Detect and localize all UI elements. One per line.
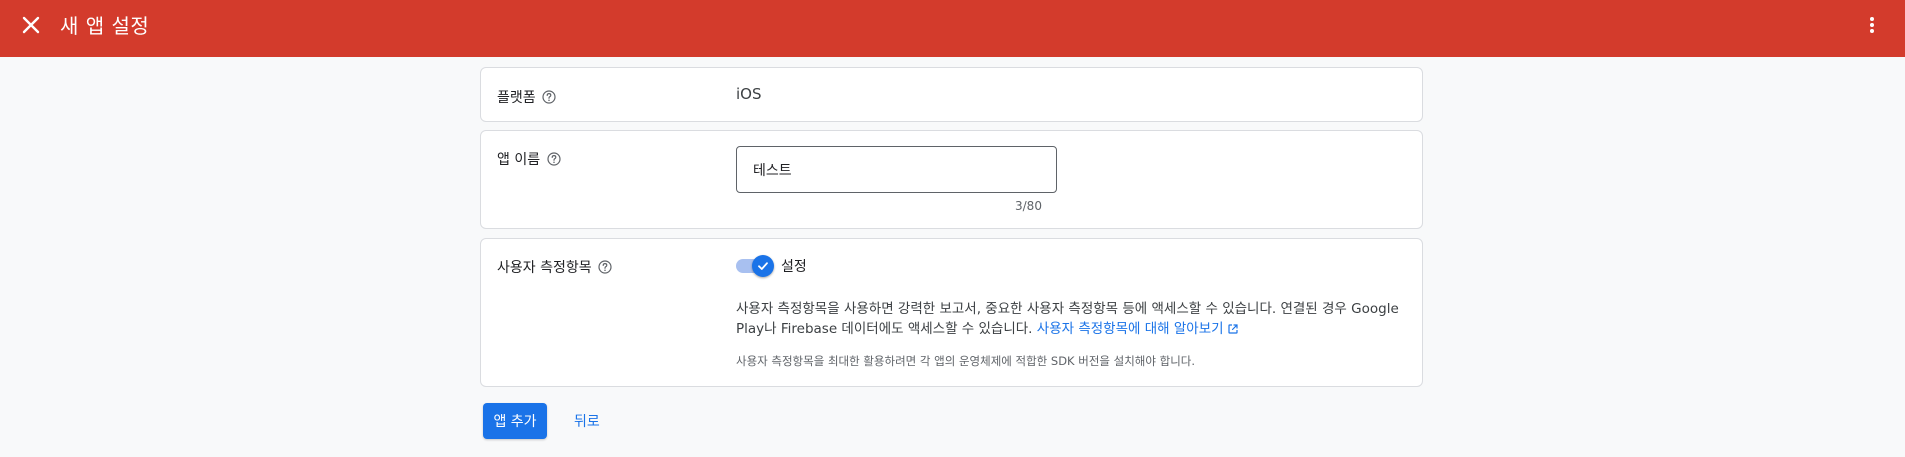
learn-more-link-text: 사용자 측정항목에 대해 알아보기 <box>1036 321 1224 337</box>
open-in-new-icon <box>1227 324 1238 334</box>
more-vert-icon <box>1870 17 1874 33</box>
learn-more-link[interactable]: 사용자 측정항목에 대해 알아보기 <box>1037 321 1239 337</box>
add-app-button[interactable]: 앱 추가 <box>483 403 547 439</box>
app-name-input[interactable] <box>736 146 1057 193</box>
close-button[interactable] <box>18 12 44 38</box>
platform-value: iOS <box>736 85 762 103</box>
check-icon <box>758 262 768 270</box>
page-title: 새 앱 설정 <box>60 14 150 38</box>
toggle-knob <box>752 255 774 277</box>
app-name-label-row: 앱 이름 <box>497 149 561 169</box>
sdk-note: 사용자 측정항목을 최대한 활용하려면 각 앱의 운영체제에 적합한 SDK 버… <box>736 354 1196 368</box>
user-metrics-label: 사용자 측정항목 <box>497 260 592 276</box>
help-circle-icon[interactable] <box>542 90 557 105</box>
user-metrics-label-row: 사용자 측정항목 <box>497 257 613 277</box>
more-options-button[interactable] <box>1863 12 1881 38</box>
app-name-label: 앱 이름 <box>497 152 541 168</box>
platform-card: 플랫폼 iOS <box>480 67 1423 122</box>
help-circle-icon[interactable] <box>598 260 613 275</box>
back-button[interactable]: 뒤로 <box>560 403 614 439</box>
toggle-label: 설정 <box>781 259 807 275</box>
close-icon <box>22 16 40 34</box>
user-metrics-description: 사용자 측정항목을 사용하면 강력한 보고서, 중요한 사용자 측정항목 등에 … <box>736 299 1416 339</box>
app-name-card: 앱 이름 3/80 <box>480 130 1423 229</box>
user-metrics-card: 사용자 측정항목 설정 사용자 측정항목을 사용하면 강력한 보고서, 중요한 … <box>480 238 1423 387</box>
platform-label-row: 플랫폼 <box>497 87 557 107</box>
platform-label: 플랫폼 <box>497 90 536 106</box>
help-circle-icon[interactable] <box>546 152 561 167</box>
character-counter: 3/80 <box>1015 199 1042 213</box>
user-metrics-toggle[interactable] <box>736 255 774 277</box>
app-header: 새 앱 설정 <box>0 0 1905 57</box>
